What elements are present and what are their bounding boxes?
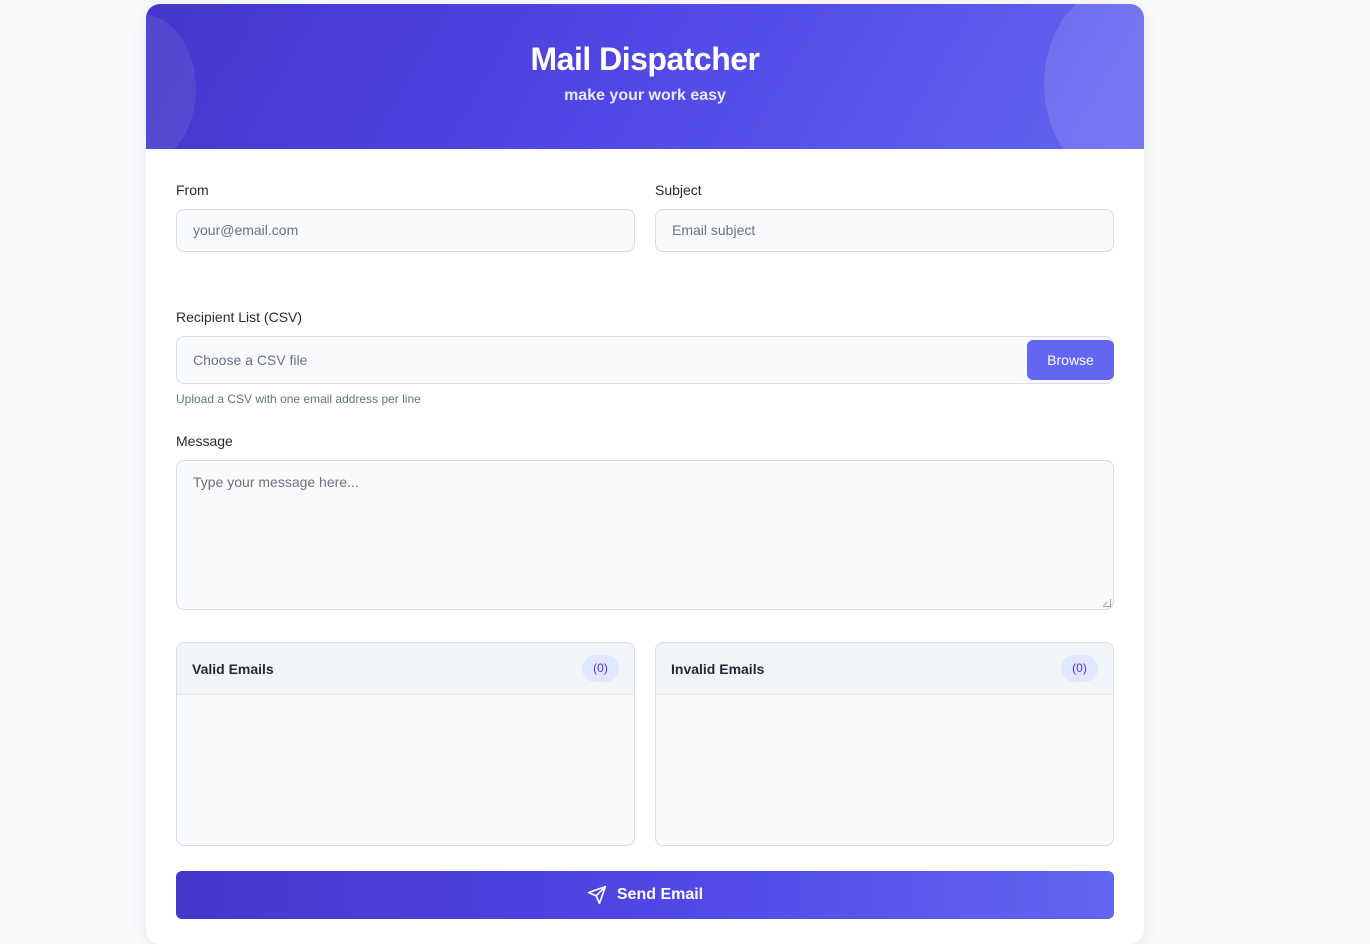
send-email-button[interactable]: Send Email bbox=[176, 871, 1114, 919]
mail-dispatcher-card: Mail Dispatcher make your work easy From… bbox=[146, 4, 1144, 944]
valid-emails-count-badge: (0) bbox=[582, 655, 619, 682]
from-subject-row: From your@email.com Subject Email subjec… bbox=[176, 181, 1114, 252]
invalid-emails-count-badge: (0) bbox=[1061, 655, 1098, 682]
csv-file-input[interactable]: Choose a CSV file Browse bbox=[176, 336, 1114, 384]
from-label: From bbox=[176, 182, 209, 198]
invalid-emails-title: Invalid Emails bbox=[671, 660, 765, 677]
subject-group: Subject Email subject bbox=[655, 181, 1114, 252]
browse-button[interactable]: Browse bbox=[1027, 340, 1114, 380]
valid-emails-header: Valid Emails (0) bbox=[177, 643, 634, 695]
from-input[interactable]: your@email.com bbox=[176, 209, 635, 252]
page-subtitle: make your work easy bbox=[564, 87, 726, 104]
csv-file-placeholder: Choose a CSV file bbox=[193, 352, 308, 368]
invalid-emails-header: Invalid Emails (0) bbox=[656, 643, 1113, 695]
message-group: Message Type your message here... bbox=[176, 432, 1114, 610]
page-title: Mail Dispatcher bbox=[530, 41, 760, 77]
from-group: From your@email.com bbox=[176, 181, 635, 252]
header-banner: Mail Dispatcher make your work easy bbox=[146, 4, 1144, 149]
message-placeholder: Type your message here... bbox=[193, 474, 359, 490]
textarea-resize-handle[interactable] bbox=[1103, 599, 1111, 607]
subject-label: Subject bbox=[655, 182, 702, 198]
valid-emails-panel: Valid Emails (0) bbox=[176, 642, 635, 846]
csv-help-text: Upload a CSV with one email address per … bbox=[176, 392, 421, 406]
invalid-emails-panel: Invalid Emails (0) bbox=[655, 642, 1114, 846]
subject-input[interactable]: Email subject bbox=[655, 209, 1114, 252]
email-lists-row: Valid Emails (0) Invalid Emails (0) bbox=[176, 642, 1114, 846]
send-email-label: Send Email bbox=[616, 886, 704, 903]
paper-plane-icon bbox=[587, 885, 607, 905]
recipient-list-label: Recipient List (CSV) bbox=[176, 309, 303, 325]
message-label: Message bbox=[176, 433, 233, 449]
message-textarea[interactable]: Type your message here... bbox=[176, 460, 1114, 610]
recipient-list-group: Recipient List (CSV) Choose a CSV file B… bbox=[176, 308, 1114, 406]
valid-emails-title: Valid Emails bbox=[192, 660, 274, 677]
form-body: From your@email.com Subject Email subjec… bbox=[146, 181, 1144, 919]
